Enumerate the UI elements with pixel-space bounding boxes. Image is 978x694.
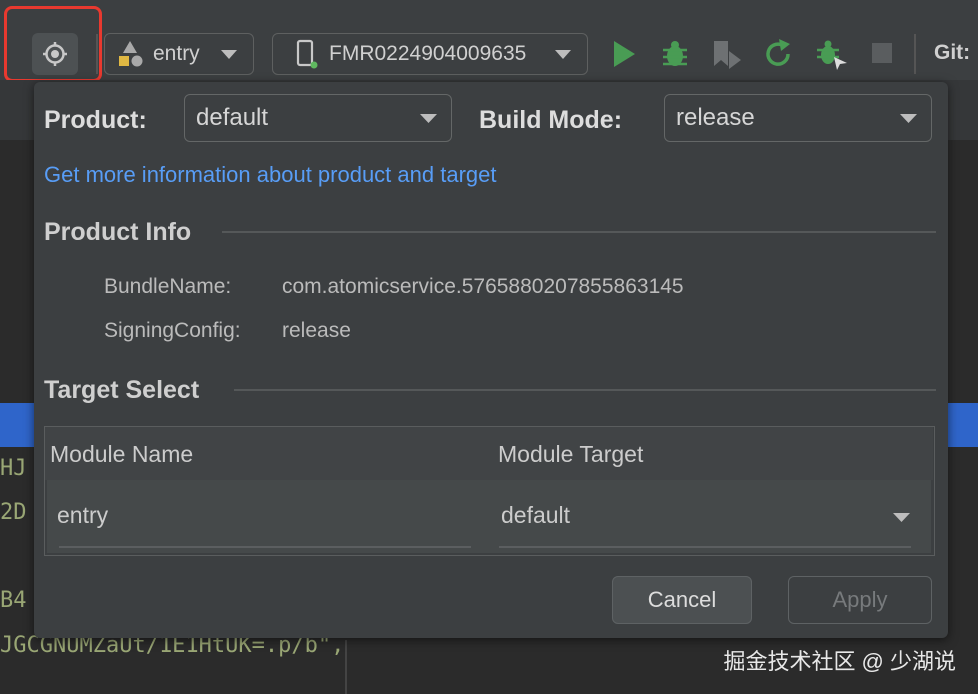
signing-config-key: SigningConfig: <box>104 319 241 342</box>
toolbar-separator <box>914 34 916 74</box>
bundle-name-key: BundleName: <box>104 275 232 298</box>
chevron-down-icon[interactable] <box>893 513 910 523</box>
chevron-down-icon <box>900 114 917 123</box>
cell-underline <box>59 546 471 548</box>
editor-divider <box>345 640 347 694</box>
product-info-title: Product Info <box>44 218 192 246</box>
build-mode-select[interactable]: release <box>664 94 932 142</box>
section-divider <box>234 389 936 391</box>
target-table: Module Name Module Target entry default <box>44 426 935 556</box>
chevron-down-icon <box>221 50 237 59</box>
module-shapes-icon <box>119 41 143 67</box>
debug-attach-icon[interactable] <box>814 38 848 70</box>
product-select[interactable]: default <box>184 94 452 142</box>
device-combo[interactable]: FMR0224904009635 <box>272 33 588 75</box>
watermark: 掘金技术社区 @ 少湖说 <box>723 649 956 674</box>
phone-icon <box>296 39 318 69</box>
main-toolbar: entry FMR0224904009635 Git: <box>0 0 978 82</box>
product-select-value: default <box>196 104 269 131</box>
module-name-cell[interactable]: entry <box>57 502 108 529</box>
device-combo-label: FMR0224904009635 <box>329 42 527 65</box>
stop-icon[interactable] <box>872 43 892 63</box>
module-combo[interactable]: entry <box>104 33 254 75</box>
section-divider <box>222 231 936 233</box>
cancel-button[interactable]: Cancel <box>612 576 752 624</box>
column-header-module-target[interactable]: Module Target <box>498 441 643 468</box>
product-target-info-link[interactable]: Get more information about product and t… <box>44 162 496 188</box>
target-select-title: Target Select <box>44 376 200 404</box>
debug-icon[interactable] <box>660 38 690 70</box>
cell-underline <box>499 546 911 548</box>
column-header-module-name[interactable]: Module Name <box>50 441 193 468</box>
toolbar-separator <box>96 34 98 74</box>
code-fragment: HJ <box>0 456 27 481</box>
code-fragment: 2D <box>0 500 27 525</box>
table-row[interactable]: entry default <box>47 480 931 553</box>
chevron-down-icon <box>555 50 571 59</box>
rerun-icon[interactable] <box>762 38 794 70</box>
module-target-cell[interactable]: default <box>501 502 570 529</box>
build-mode-label: Build Mode: <box>479 106 623 134</box>
git-label[interactable]: Git: <box>934 41 970 65</box>
signing-config-value: release <box>282 319 351 342</box>
attach-icon[interactable] <box>710 38 742 70</box>
apply-button[interactable]: Apply <box>788 576 932 624</box>
chevron-down-icon <box>420 114 437 123</box>
product-label: Product: <box>44 106 147 134</box>
run-icon[interactable] <box>612 40 636 68</box>
bundle-name-value: com.atomicservice.5765880207855863145 <box>282 275 684 298</box>
module-combo-label: entry <box>153 42 200 65</box>
product-target-popup: Product: default Build Mode: release Get… <box>34 82 948 638</box>
build-mode-select-value: release <box>676 104 755 131</box>
highlight-annotation <box>4 6 102 82</box>
code-fragment: B4 <box>0 588 27 613</box>
table-header: Module Name Module Target <box>45 427 933 480</box>
